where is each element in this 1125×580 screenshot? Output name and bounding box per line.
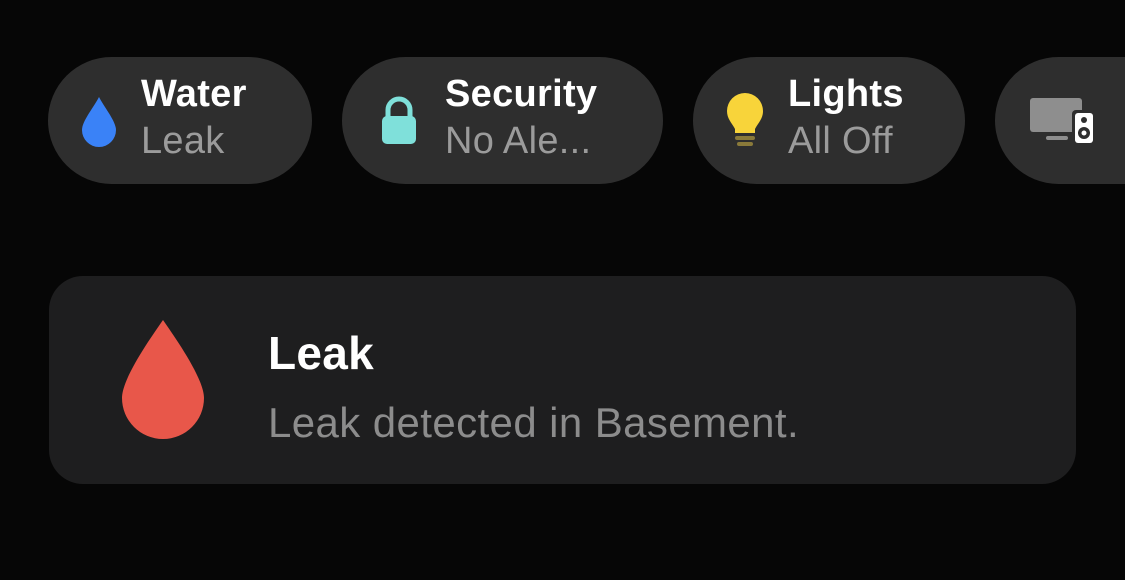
lock-icon [380, 57, 418, 184]
pill-title: Lights [788, 73, 904, 115]
water-drop-icon [80, 57, 118, 184]
status-pill-water[interactable]: Water Leak [48, 57, 312, 184]
lightbulb-icon [725, 57, 765, 184]
water-drop-icon [120, 318, 206, 445]
pill-title: Security [445, 73, 598, 115]
tv-speaker-icon [1030, 57, 1096, 184]
pill-subtitle: Leak [141, 120, 225, 162]
alert-title: Leak [268, 327, 375, 379]
status-pill-media[interactable] [995, 57, 1125, 184]
status-pill-lights[interactable]: Lights All Off [693, 57, 965, 184]
pill-subtitle: No Ale... [445, 120, 592, 162]
pill-title: Water [141, 73, 247, 115]
pill-subtitle: All Off [788, 120, 893, 162]
home-status-screen: Water Leak Security No Ale... Lights All… [0, 0, 1125, 580]
status-pill-security[interactable]: Security No Ale... [342, 57, 663, 184]
alert-message: Leak detected in Basement. [268, 399, 800, 446]
